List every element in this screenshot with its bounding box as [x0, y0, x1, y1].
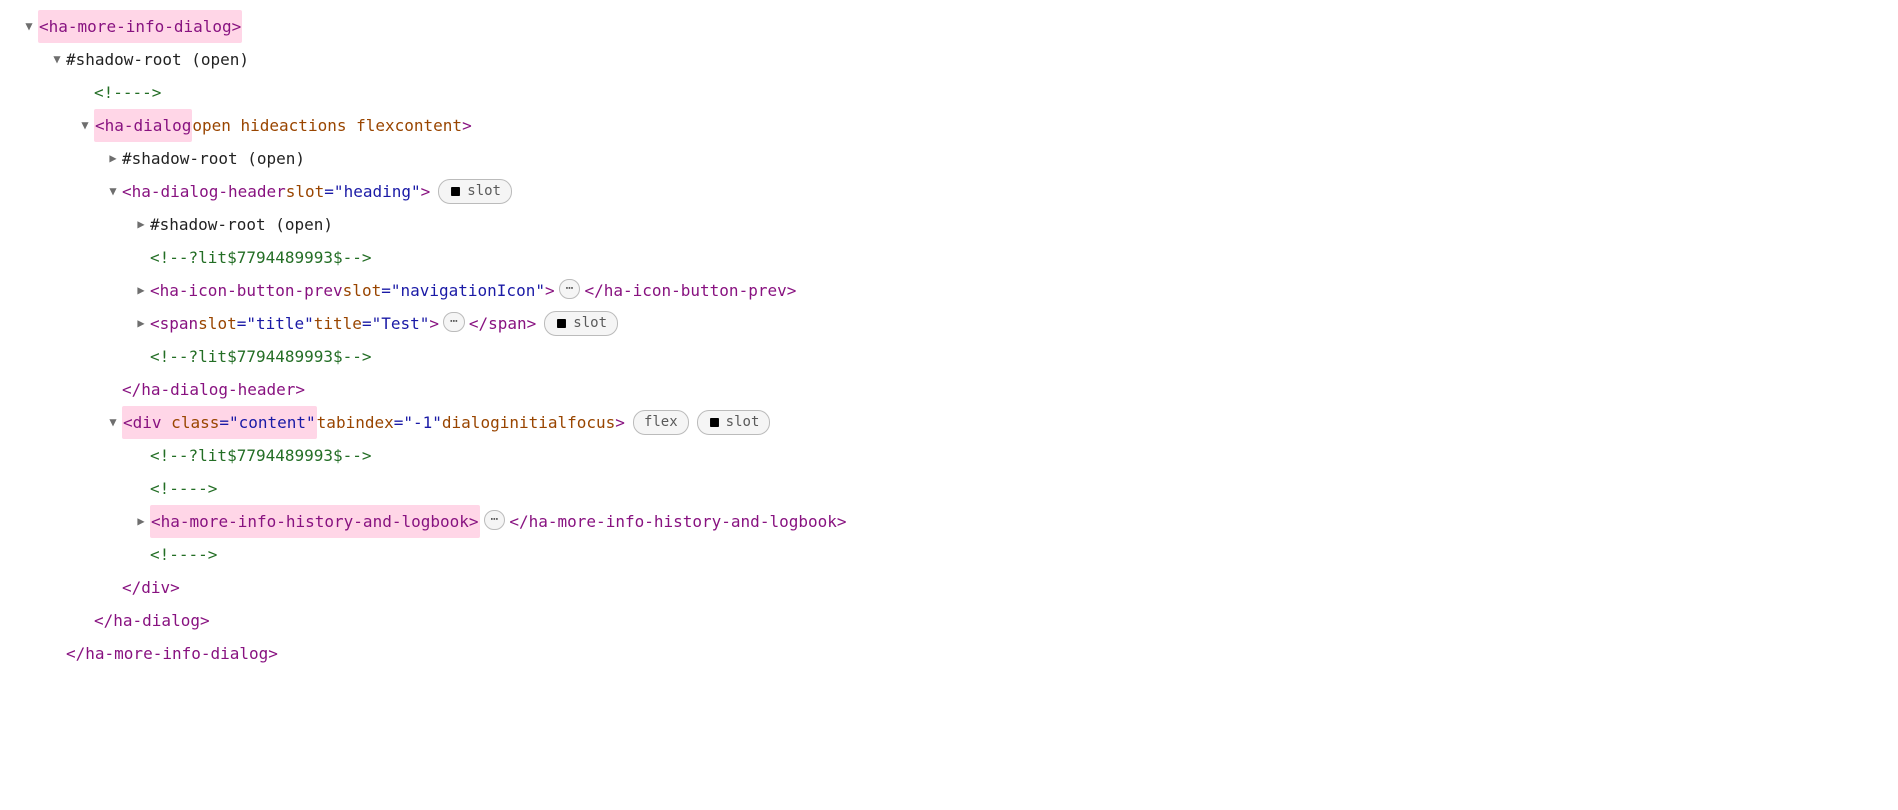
tree-node[interactable]: #shadow-root (open) [20, 208, 1878, 241]
expand-arrow-icon[interactable] [104, 175, 122, 208]
tree-node[interactable]: <div class="content" tabindex="-1" dialo… [20, 406, 1878, 439]
comment-node: <!----> [94, 76, 161, 109]
tree-node[interactable]: #shadow-root (open) [20, 142, 1878, 175]
flex-badge[interactable]: flex [633, 410, 689, 435]
highlighted-tag: <ha-more-info-dialog> [38, 10, 242, 43]
reveal-icon [555, 317, 568, 330]
expand-arrow-icon[interactable] [104, 406, 122, 439]
tree-node[interactable]: <!----> [20, 76, 1878, 109]
comment-node: <!--?lit$7794489993$--> [150, 439, 372, 472]
tree-node[interactable]: <ha-more-info-history-and-logbook> ⋯ </h… [20, 505, 1878, 538]
highlighted-tag: <ha-dialog [94, 109, 192, 142]
tree-node[interactable]: </ha-dialog> [20, 604, 1878, 637]
expand-arrow-icon[interactable] [132, 307, 150, 340]
shadow-root-label: #shadow-root (open) [66, 43, 249, 76]
tree-node[interactable]: </div> [20, 571, 1878, 604]
tree-node[interactable]: <!--?lit$7794489993$--> [20, 439, 1878, 472]
expand-children-button[interactable]: ⋯ [443, 312, 465, 332]
slot-reveal-button[interactable]: slot [697, 410, 771, 435]
tree-node[interactable]: <ha-dialog-header slot="heading"> slot [20, 175, 1878, 208]
tree-node[interactable]: <!----> [20, 538, 1878, 571]
closing-tag: </ha-dialog> [94, 604, 210, 637]
closing-tag: </ha-more-info-dialog> [66, 637, 278, 670]
expand-children-button[interactable]: ⋯ [484, 510, 506, 530]
reveal-icon [449, 185, 462, 198]
dom-tree: <ha-more-info-dialog> #shadow-root (open… [20, 10, 1878, 670]
expand-children-button[interactable]: ⋯ [559, 279, 581, 299]
expand-arrow-icon[interactable] [132, 505, 150, 538]
tree-node[interactable]: <ha-dialog open hideactions flexcontent> [20, 109, 1878, 142]
comment-node: <!--?lit$7794489993$--> [150, 241, 372, 274]
tree-node[interactable]: </ha-dialog-header> [20, 373, 1878, 406]
tree-node[interactable]: </ha-more-info-dialog> [20, 637, 1878, 670]
expand-arrow-icon[interactable] [20, 10, 38, 43]
expand-arrow-icon[interactable] [132, 208, 150, 241]
tree-node[interactable]: <!--?lit$7794489993$--> [20, 340, 1878, 373]
expand-arrow-icon[interactable] [132, 274, 150, 307]
tree-node[interactable]: <ha-icon-button-prev slot="navigationIco… [20, 274, 1878, 307]
slot-reveal-button[interactable]: slot [438, 179, 512, 204]
shadow-root-label: #shadow-root (open) [122, 142, 305, 175]
expand-arrow-icon[interactable] [76, 109, 94, 142]
tree-node[interactable]: #shadow-root (open) [20, 43, 1878, 76]
comment-node: <!--?lit$7794489993$--> [150, 340, 372, 373]
closing-tag: </div> [122, 571, 180, 604]
reveal-icon [708, 416, 721, 429]
tree-node[interactable]: <!--?lit$7794489993$--> [20, 241, 1878, 274]
shadow-root-label: #shadow-root (open) [150, 208, 333, 241]
highlighted-tag: <div class="content" [122, 406, 317, 439]
tree-node[interactable]: <!----> [20, 472, 1878, 505]
tree-node[interactable]: <span slot="title" title="Test"> ⋯ </spa… [20, 307, 1878, 340]
comment-node: <!----> [150, 472, 217, 505]
tree-node[interactable]: <ha-more-info-dialog> [20, 10, 1878, 43]
expand-arrow-icon[interactable] [48, 43, 66, 76]
highlighted-tag: <ha-more-info-history-and-logbook> [150, 505, 480, 538]
expand-arrow-icon[interactable] [104, 142, 122, 175]
slot-reveal-button[interactable]: slot [544, 311, 618, 336]
comment-node: <!----> [150, 538, 217, 571]
closing-tag: </ha-dialog-header> [122, 373, 305, 406]
